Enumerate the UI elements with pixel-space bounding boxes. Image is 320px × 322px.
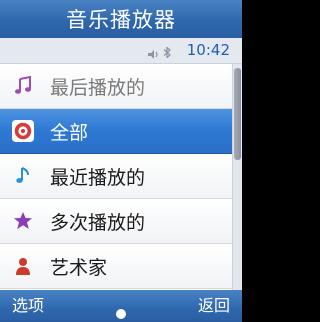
clock-time: 10:42 xyxy=(186,41,230,59)
menu-item-label: 最近播放的 xyxy=(50,166,146,189)
status-bar: 10:42 xyxy=(0,38,242,64)
menu-item-label: 全部 xyxy=(50,121,89,144)
menu-item-recently-played[interactable]: 最近播放的 xyxy=(0,154,232,199)
music-note-icon xyxy=(12,75,34,97)
music-player-screen: 音乐播放器 10:42 最后播放的 全部 最近播放的 多次播放的 艺术家 选项 … xyxy=(0,0,242,322)
bluetooth-icon xyxy=(162,44,172,63)
title-bar: 音乐播放器 xyxy=(0,0,242,38)
menu-item-most-played[interactable]: 多次播放的 xyxy=(0,199,232,244)
scrollbar[interactable] xyxy=(232,64,242,290)
menu-item-all[interactable]: 全部 xyxy=(0,109,232,154)
center-key-dot[interactable] xyxy=(116,309,126,319)
menu-item-artists[interactable]: 艺术家 xyxy=(0,244,232,289)
disc-icon xyxy=(12,120,34,142)
page-title: 音乐播放器 xyxy=(66,8,176,32)
softkey-bar: 选项 返回 xyxy=(0,290,242,322)
person-icon xyxy=(12,255,34,277)
menu-list: 最后播放的 全部 最近播放的 多次播放的 艺术家 xyxy=(0,64,242,290)
music-note-blue-icon xyxy=(12,165,34,187)
speaker-icon xyxy=(147,45,159,64)
options-softkey[interactable]: 选项 xyxy=(12,292,44,316)
menu-item-label: 艺术家 xyxy=(50,256,108,279)
star-icon xyxy=(12,210,34,232)
scrollbar-thumb[interactable] xyxy=(234,68,241,160)
menu-item-last-played[interactable]: 最后播放的 xyxy=(0,64,232,109)
menu-item-label: 多次播放的 xyxy=(50,211,146,234)
menu-item-label: 最后播放的 xyxy=(50,76,146,99)
back-softkey[interactable]: 返回 xyxy=(198,292,230,316)
